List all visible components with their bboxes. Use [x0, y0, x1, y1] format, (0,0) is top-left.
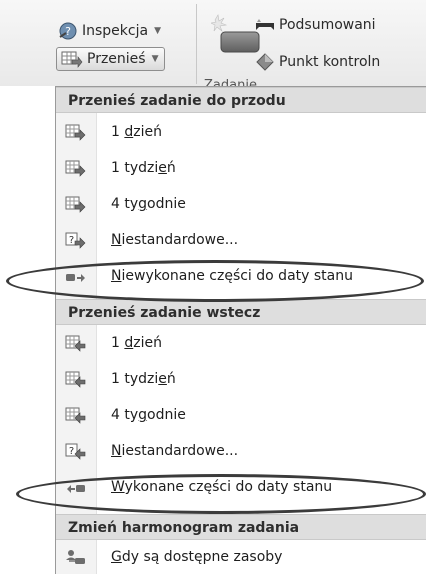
zadanie-label: Zadanie	[204, 78, 257, 86]
forward-item-2[interactable]: 4 tygodnie	[56, 189, 426, 219]
menu-item-label: Niewykonane części do daty stanu	[111, 268, 353, 284]
przenies-button[interactable]: Przenieś ▼	[56, 47, 165, 71]
summary-task-icon	[256, 19, 274, 30]
milestone-icon	[256, 53, 274, 71]
przenies-dropdown-menu: Przenieś zadanie do przodu 1 dzień 1 tydz…	[55, 86, 426, 574]
calendar-forward-icon	[56, 117, 96, 147]
podsumowanie-label: Podsumowani	[279, 17, 376, 33]
calendar-back-icon	[56, 364, 96, 394]
backward-item-3[interactable]: ? Niestandardowe...	[56, 436, 426, 466]
menu-item-label: 1 dzień	[111, 335, 162, 351]
section-header-backward: Przenieś zadanie wstecz	[56, 299, 426, 325]
calendar-back-icon	[56, 400, 96, 430]
task-icon[interactable]	[211, 14, 261, 58]
section-header-forward: Przenieś zadanie do przodu	[56, 87, 426, 113]
resources-available-icon	[56, 542, 96, 572]
inspect-icon: ?	[59, 22, 77, 40]
menu-item-label: Niestandardowe...	[111, 443, 239, 459]
svg-text:?: ?	[69, 235, 74, 246]
svg-text:?: ?	[65, 25, 71, 38]
dropdown-arrow-icon: ▼	[151, 54, 159, 64]
forward-item-1[interactable]: 1 tydzień	[56, 153, 426, 183]
menu-item-label: Gdy są dostępne zasoby	[111, 549, 283, 565]
podsumowanie-button[interactable]: Podsumowani	[255, 17, 376, 33]
backward-item-4[interactable]: Wykonane części do daty stanu	[56, 472, 426, 502]
custom-forward-icon: ?	[56, 225, 96, 255]
svg-text:?: ?	[69, 446, 74, 457]
forward-item-3[interactable]: ? Niestandardowe...	[56, 225, 426, 255]
calendar-forward-icon	[56, 153, 96, 183]
ribbon: ? Inspekcja ▼ Przenieś ▼ Zadanie Podsumo…	[0, 0, 426, 86]
menu-item-label: 4 tygodnie	[111, 196, 186, 212]
menu-item-label: 4 tygodnie	[111, 407, 186, 423]
menu-item-label: 1 tydzień	[111, 160, 176, 176]
menu-item-label: 1 tydzień	[111, 371, 176, 387]
inspekcja-button[interactable]: ? Inspekcja ▼	[58, 21, 161, 41]
custom-back-icon: ?	[56, 436, 96, 466]
menu-item-label: Niestandardowe...	[111, 232, 239, 248]
punkt-kontrolny-button[interactable]: Punkt kontroln	[255, 52, 380, 72]
ribbon-separator	[196, 4, 197, 84]
przenies-label: Przenieś	[87, 51, 146, 67]
inspekcja-label: Inspekcja	[82, 23, 149, 39]
menu-item-label: 1 dzień	[111, 124, 162, 140]
section-header-reschedule: Zmień harmonogram zadania	[56, 514, 426, 540]
forward-item-4[interactable]: Niewykonane części do daty stanu	[56, 261, 426, 291]
calendar-forward-icon	[56, 189, 96, 219]
backward-item-0[interactable]: 1 dzień	[56, 328, 426, 358]
dropdown-arrow-icon: ▼	[154, 26, 161, 36]
backward-item-1[interactable]: 1 tydzień	[56, 364, 426, 394]
punkt-kontrolny-label: Punkt kontroln	[279, 54, 381, 70]
reschedule-item-0[interactable]: Gdy są dostępne zasoby	[56, 542, 426, 572]
menu-item-label: Wykonane części do daty stanu	[111, 479, 333, 495]
calendar-back-icon	[56, 328, 96, 358]
forward-item-0[interactable]: 1 dzień	[56, 117, 426, 147]
completed-back-icon	[56, 472, 96, 502]
move-task-icon	[61, 51, 83, 68]
backward-item-2[interactable]: 4 tygodnie	[56, 400, 426, 430]
incomplete-forward-icon	[56, 261, 96, 291]
